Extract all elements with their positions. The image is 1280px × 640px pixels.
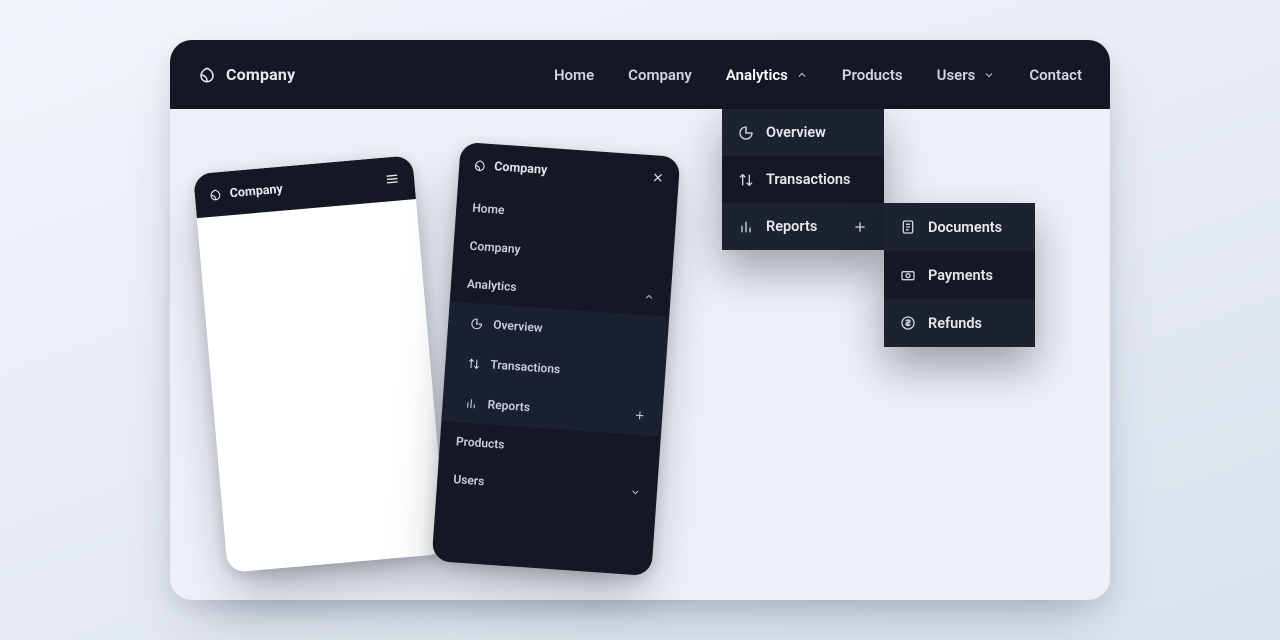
transfer-icon (467, 356, 481, 370)
chevron-up-icon (643, 290, 655, 302)
nav-users[interactable]: Users (937, 66, 996, 84)
dollar-circle-icon (900, 315, 916, 331)
nav-contact[interactable]: Contact (1029, 66, 1082, 84)
nav-company[interactable]: Company (628, 66, 692, 84)
dd-overview[interactable]: Overview (722, 109, 884, 156)
app-card: Company Home Company Analytics Products … (170, 40, 1110, 600)
plus-icon (633, 408, 647, 422)
document-icon (900, 219, 916, 235)
mobile-preview-collapsed: Company (193, 155, 447, 573)
plus-icon (852, 219, 868, 235)
transfer-icon (738, 172, 754, 188)
bar-chart-icon (738, 219, 754, 235)
reports-dropdown: Documents Payments Refunds (884, 203, 1035, 347)
dd-documents[interactable]: Documents (884, 203, 1035, 251)
camera-icon (900, 267, 916, 283)
mobile-brand-open[interactable]: Company (473, 157, 548, 177)
analytics-dropdown: Overview Transactions Reports (722, 109, 884, 250)
close-icon[interactable] (650, 170, 665, 185)
hamburger-icon[interactable] (383, 170, 400, 187)
mobile-brand[interactable]: Company (208, 181, 283, 202)
dd-payments[interactable]: Payments (884, 251, 1035, 299)
brand[interactable]: Company (198, 65, 295, 84)
pie-icon (470, 316, 484, 330)
chevron-down-icon (630, 486, 642, 498)
nav-home[interactable]: Home (554, 66, 594, 84)
mobile-topbar: Company (193, 155, 416, 218)
leaf-icon (208, 187, 222, 201)
brand-label: Company (226, 65, 295, 84)
dd-refunds[interactable]: Refunds (884, 299, 1035, 347)
dd-transactions[interactable]: Transactions (722, 156, 884, 203)
mobile-preview-expanded: Company Home Company Analytics Overview … (432, 142, 681, 576)
nav-analytics[interactable]: Analytics (726, 66, 808, 84)
navbar: Company Home Company Analytics Products … (170, 40, 1110, 109)
chevron-up-icon (796, 69, 808, 81)
dd-reports[interactable]: Reports (722, 203, 884, 250)
pie-icon (738, 125, 754, 141)
bar-chart-icon (464, 396, 478, 410)
leaf-icon (198, 66, 216, 84)
chevron-down-icon (983, 69, 995, 81)
leaf-icon (473, 158, 487, 172)
nav-items: Home Company Analytics Products Users Co… (554, 66, 1082, 84)
mobile-menu-list: Home Company Analytics Overview Transact… (436, 186, 677, 515)
mobile-analytics-sub: Overview Transactions Reports (441, 301, 669, 436)
nav-products[interactable]: Products (842, 66, 903, 84)
